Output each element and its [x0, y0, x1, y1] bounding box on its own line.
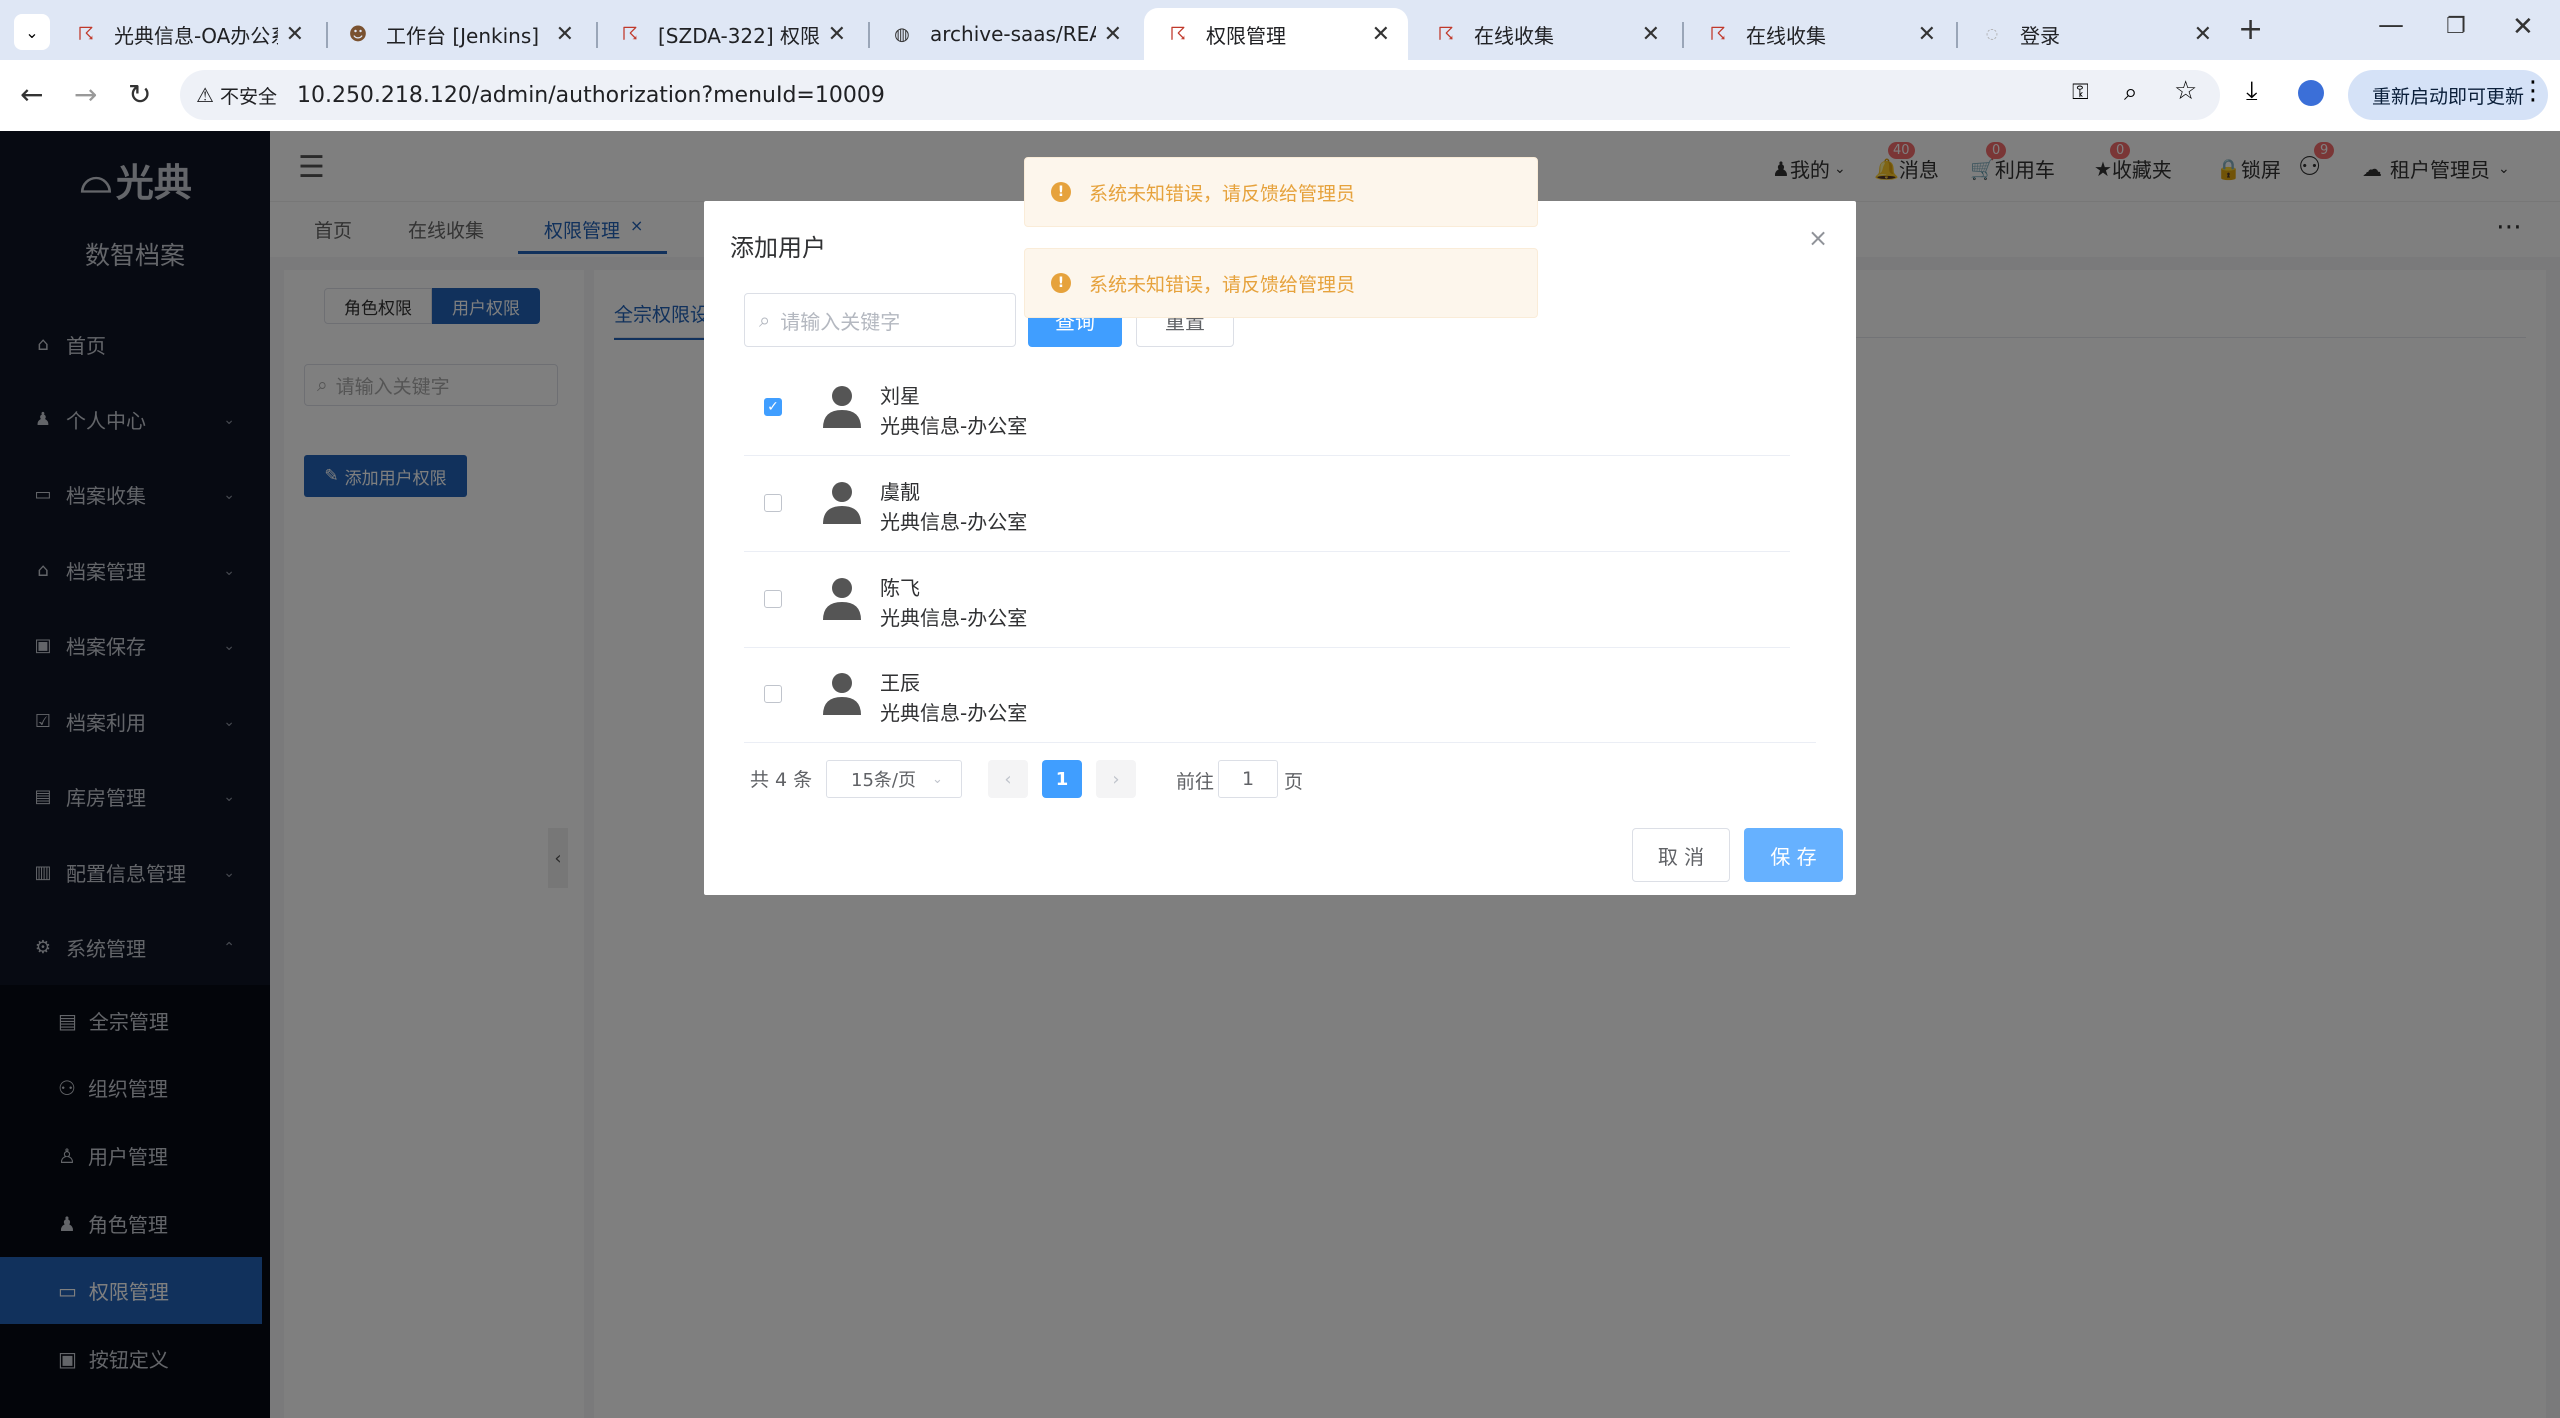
tab-favicon-icon: ☈: [621, 23, 639, 45]
browser-tab-6[interactable]: ☈ 在线收集 ✕: [1412, 8, 1678, 60]
tab-favicon-icon: ☈: [1709, 23, 1727, 45]
user-checkbox[interactable]: ✓: [764, 398, 782, 416]
search-icon: ⌕: [759, 308, 771, 332]
restart-update-button[interactable]: 重新启动即可更新: [2348, 70, 2548, 120]
browser-menu-icon[interactable]: ⋮: [2520, 76, 2546, 106]
tab-favicon-icon: ☈: [1437, 23, 1455, 45]
row-divider: [744, 455, 1790, 456]
error-toast: ! 系统未知错误，请反馈给管理员: [1024, 248, 1538, 318]
user-checkbox[interactable]: [764, 494, 782, 512]
tab-close-icon[interactable]: ✕: [1372, 22, 1390, 47]
download-icon[interactable]: ⤓: [2246, 76, 2258, 107]
warning-icon: !: [1051, 182, 1071, 202]
tab-close-icon[interactable]: ✕: [1642, 22, 1660, 47]
user-name: 陈飞: [880, 576, 920, 600]
tab-search-icon[interactable]: ⌄: [14, 14, 50, 50]
user-checkbox[interactable]: [764, 685, 782, 703]
dialog-search-input[interactable]: ⌕ 请输入关键字: [744, 293, 1016, 347]
user-dept: 光典信息-办公室: [880, 606, 1028, 630]
user-name: 刘星: [880, 384, 920, 408]
browser-tab-active[interactable]: ☈ 权限管理 ✕: [1144, 8, 1408, 60]
minimize-icon[interactable]: —: [2378, 10, 2404, 40]
forward-icon[interactable]: →: [74, 78, 97, 111]
pagination-total: 共 4 条: [750, 769, 813, 791]
globe-icon: ◍: [894, 23, 910, 45]
browser-tab-2[interactable]: ☻ 工作台 [Jenkins] ✕: [324, 8, 592, 60]
user-checkbox[interactable]: [764, 590, 782, 608]
dialog-title: 添加用户: [730, 234, 826, 262]
warning-icon: !: [1051, 273, 1071, 293]
insecure-label[interactable]: 不安全: [220, 82, 277, 109]
tab-close-icon[interactable]: ✕: [2194, 22, 2212, 47]
url-text[interactable]: 10.250.218.120/admin/authorization?menuI…: [297, 83, 885, 108]
current-page[interactable]: 1: [1042, 760, 1082, 798]
browser-tab-7[interactable]: ☈ 在线收集 ✕: [1684, 8, 1954, 60]
tab-close-icon[interactable]: ✕: [286, 22, 304, 47]
tab-close-icon[interactable]: ✕: [1104, 22, 1122, 47]
avatar-icon: [823, 578, 861, 620]
back-icon[interactable]: ←: [20, 78, 43, 111]
row-divider: [744, 647, 1790, 648]
tab-favicon-icon: ☈: [77, 23, 95, 45]
avatar-icon: [823, 673, 861, 715]
browser-tab-1[interactable]: ☈ 光典信息-OA办公系 ✕: [52, 8, 322, 60]
user-dept: 光典信息-办公室: [880, 510, 1028, 534]
user-dept: 光典信息-办公室: [880, 701, 1028, 725]
user-name: 王辰: [880, 671, 920, 695]
next-page-button[interactable]: ›: [1096, 760, 1136, 798]
goto-label: 前往: [1176, 771, 1215, 793]
close-icon[interactable]: ×: [1808, 224, 1828, 252]
restore-icon[interactable]: ❐: [2446, 14, 2466, 39]
address-bar[interactable]: ⚠ 不安全 10.250.218.120/admin/authorization…: [180, 70, 2220, 120]
profile-icon[interactable]: [2298, 80, 2324, 106]
new-tab-icon[interactable]: +: [2238, 12, 2263, 47]
cancel-button[interactable]: 取 消: [1632, 828, 1730, 882]
browser-tab-4[interactable]: ◍ archive-saas/READ ✕: [868, 8, 1140, 60]
password-key-icon[interactable]: ⚿: [2072, 80, 2089, 105]
error-toast: ! 系统未知错误，请反馈给管理员: [1024, 157, 1538, 227]
tab-close-icon[interactable]: ✕: [556, 22, 574, 47]
save-button[interactable]: 保 存: [1744, 828, 1843, 882]
tab-close-icon[interactable]: ✕: [828, 22, 846, 47]
warning-icon: ⚠: [196, 83, 214, 107]
prev-page-button[interactable]: ‹: [988, 760, 1028, 798]
window-close-icon[interactable]: ✕: [2512, 12, 2534, 42]
browser-tab-8[interactable]: ◌ 登录 ✕: [1958, 8, 2230, 60]
tab-favicon-icon: ☈: [1169, 23, 1187, 45]
row-divider: [744, 551, 1790, 552]
bookmark-star-icon[interactable]: ☆: [2174, 76, 2197, 106]
tab-close-icon[interactable]: ✕: [1918, 22, 1936, 47]
user-name: 虞靓: [880, 480, 920, 504]
jenkins-icon: ☻: [348, 23, 368, 45]
row-divider: [744, 742, 1816, 743]
page-suffix: 页: [1284, 771, 1304, 793]
avatar-icon: [823, 482, 861, 524]
page-size-select[interactable]: 15条/页 ⌄: [826, 760, 962, 798]
goto-page-input[interactable]: 1: [1218, 760, 1278, 798]
avatar-icon: [823, 386, 861, 428]
zoom-icon[interactable]: ⌕: [2124, 78, 2137, 106]
tab-favicon-icon: ◌: [1985, 26, 1999, 42]
browser-tab-3[interactable]: ☈ [SZDA-322] 权限管 ✕: [596, 8, 864, 60]
reload-icon[interactable]: ↻: [128, 78, 151, 111]
chevron-down-icon: ⌄: [931, 771, 943, 787]
user-dept: 光典信息-办公室: [880, 414, 1028, 438]
